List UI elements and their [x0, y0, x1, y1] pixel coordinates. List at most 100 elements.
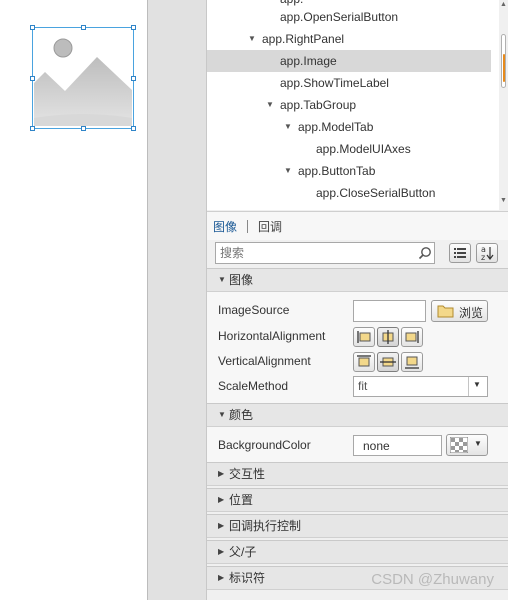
halign-left-button[interactable] — [353, 327, 375, 347]
watermark: CSDN @Zhuwany — [371, 571, 494, 588]
align-left-icon — [357, 331, 371, 343]
resize-handle-se[interactable] — [131, 126, 136, 131]
property-search — [215, 242, 435, 264]
prop-label-background-color: BackgroundColor — [218, 438, 311, 452]
prop-label-image-source: ImageSource — [218, 303, 290, 317]
tree-item-tab-group[interactable]: ▼ app.TabGroup — [207, 94, 491, 116]
tree-item-button-tab[interactable]: ▼ app.ButtonTab — [207, 160, 491, 182]
collapse-caret-icon[interactable]: ▼ — [283, 160, 293, 182]
section-color[interactable]: ▼ 颜色 — [207, 403, 508, 427]
search-input[interactable] — [216, 243, 420, 263]
section-parent-child[interactable]: ▶ 父/子 — [207, 540, 508, 564]
scrollbar-thumb-accent — [503, 54, 505, 82]
collapse-caret-icon[interactable]: ▼ — [247, 28, 257, 50]
tab-image[interactable]: 图像 — [213, 218, 237, 235]
prop-label-horizontal-alignment: HorizontalAlignment — [218, 329, 326, 343]
svg-text:z: z — [481, 253, 485, 262]
resize-handle-e[interactable] — [131, 76, 136, 81]
tab-divider — [247, 220, 248, 233]
collapse-caret-icon: ▼ — [218, 410, 226, 419]
collapse-caret-icon[interactable]: ▼ — [265, 94, 275, 116]
tree-item-image[interactable]: app.Image — [207, 50, 491, 72]
halign-center-button[interactable] — [377, 327, 399, 347]
scroll-down-arrow-icon[interactable]: ▼ — [499, 196, 508, 206]
prop-label-vertical-alignment: VerticalAlignment — [218, 354, 311, 368]
sort-az-button[interactable]: a z — [476, 243, 498, 263]
collapse-caret-icon: ▼ — [218, 275, 226, 284]
tree-item-model-tab[interactable]: ▼ app.ModelTab — [207, 116, 491, 138]
component-browser: app. app.OpenSerialButton ▼ app.RightPan… — [207, 0, 499, 210]
tree-item-label: app.CloseSerialButton — [316, 186, 436, 200]
color-picker-button[interactable]: ▼ — [446, 434, 488, 456]
dropdown-divider — [468, 377, 469, 396]
tree-item-show-time-label[interactable]: app.ShowTimeLabel — [207, 72, 491, 94]
right-panel: app. app.OpenSerialButton ▼ app.RightPan… — [207, 0, 508, 600]
align-right-icon — [405, 331, 419, 343]
expand-caret-icon: ▶ — [218, 547, 225, 556]
tree-item-label: app.ShowTimeLabel — [280, 76, 389, 90]
resize-handle-w[interactable] — [30, 76, 35, 81]
section-interactivity[interactable]: ▶ 交互性 — [207, 462, 508, 486]
scroll-up-arrow-icon[interactable]: ▲ — [499, 0, 508, 10]
halign-right-button[interactable] — [401, 327, 423, 347]
sort-az-icon: a z — [481, 245, 494, 262]
tree-item-label: app.OpenSerialButton — [280, 10, 399, 24]
group-view-button[interactable] — [449, 243, 471, 263]
expand-caret-icon: ▶ — [218, 469, 225, 478]
valign-top-button[interactable] — [353, 352, 375, 372]
expand-caret-icon: ▶ — [218, 495, 225, 504]
transparent-swatch-icon — [450, 437, 468, 453]
resize-handle-sw[interactable] — [30, 126, 35, 131]
dropdown-arrow-icon: ▼ — [474, 439, 482, 448]
dropdown-arrow-icon[interactable]: ▼ — [473, 380, 481, 389]
canvas-gutter — [147, 0, 207, 600]
background-color-value: none — [363, 439, 390, 453]
section-label: 交互性 — [229, 467, 266, 481]
image-placeholder-icon — [34, 29, 132, 127]
section-label: 标识符 — [229, 571, 266, 585]
tree-item-open-serial-button[interactable]: app.OpenSerialButton — [207, 6, 491, 28]
expand-caret-icon: ▶ — [218, 521, 225, 530]
expand-caret-icon: ▶ — [218, 573, 225, 582]
tree-item-label: app.ButtonTab — [298, 164, 376, 178]
valign-middle-button[interactable] — [377, 352, 399, 372]
section-label: 图像 — [229, 273, 254, 287]
resize-handle-nw[interactable] — [30, 25, 35, 30]
browse-label: 浏览 — [459, 306, 484, 320]
collapse-caret-icon[interactable]: ▼ — [283, 116, 293, 138]
section-callback-control[interactable]: ▶ 回调执行控制 — [207, 514, 508, 538]
section-label: 位置 — [229, 493, 254, 507]
section-label: 回调执行控制 — [229, 519, 302, 533]
image-component[interactable] — [30, 25, 136, 131]
tree-item-label: app.ModelUIAxes — [316, 142, 411, 156]
background-color-field[interactable]: none — [353, 435, 442, 456]
scale-method-value: fit — [358, 379, 368, 393]
tree-item-label: app.Image — [280, 54, 337, 68]
folder-icon — [437, 305, 454, 318]
align-center-icon — [382, 330, 394, 344]
tree-item-right-panel[interactable]: ▼ app.RightPanel — [207, 28, 491, 50]
tree-item-label: app.ModelTab — [298, 120, 374, 134]
section-image[interactable]: ▼ 图像 — [207, 268, 508, 292]
tree-item-label: app.TabGroup — [280, 98, 357, 112]
prop-label-scale-method: ScaleMethod — [218, 379, 289, 393]
align-bottom-icon — [405, 356, 419, 369]
section-label: 父/子 — [229, 545, 257, 559]
tree-scrollbar[interactable] — [499, 0, 508, 210]
section-label: 颜色 — [229, 408, 254, 422]
valign-bottom-button[interactable] — [401, 352, 423, 372]
tree-item-close-serial-button[interactable]: app.CloseSerialButton — [207, 182, 491, 204]
resize-handle-s[interactable] — [81, 126, 86, 131]
tab-callback[interactable]: 回调 — [258, 218, 282, 235]
list-view-icon — [454, 248, 466, 258]
section-position[interactable]: ▶ 位置 — [207, 488, 508, 512]
tree-item-model-ui-axes[interactable]: app.ModelUIAxes — [207, 138, 491, 160]
design-canvas[interactable] — [0, 0, 147, 600]
resize-handle-n[interactable] — [81, 25, 86, 30]
inspector-tabbar: 图像 回调 — [207, 211, 508, 240]
image-source-field[interactable] — [353, 300, 426, 322]
browse-button[interactable]: 浏览 — [431, 300, 488, 322]
scale-method-dropdown[interactable]: fit ▼ — [353, 376, 488, 397]
resize-handle-ne[interactable] — [131, 25, 136, 30]
search-icon[interactable] — [418, 246, 432, 260]
